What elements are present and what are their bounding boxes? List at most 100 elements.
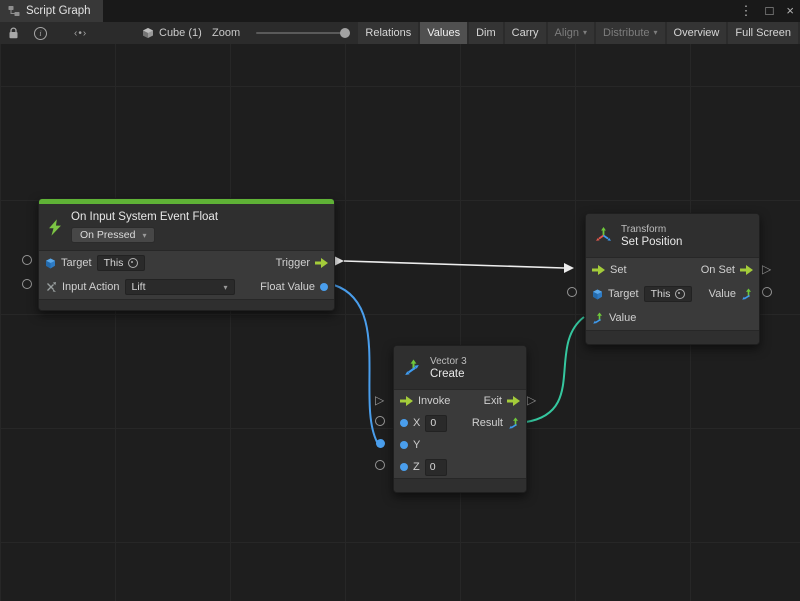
x-value-field[interactable]: 0: [425, 415, 447, 432]
button-values[interactable]: Values: [420, 22, 467, 44]
window-menu-icon[interactable]: ⋮: [740, 0, 753, 22]
input-action-dropdown[interactable]: Lift ▾: [125, 279, 235, 295]
gameobject-icon: [45, 258, 56, 269]
button-dim[interactable]: Dim: [469, 22, 503, 44]
dropdown-arrow-icon: ▾: [583, 22, 587, 44]
y-port[interactable]: [400, 441, 408, 449]
object-picker-icon: [128, 258, 138, 268]
script-graph-window: Script Graph ⋮ □ × i ‹•›: [0, 0, 800, 601]
value-output-port[interactable]: [762, 287, 772, 297]
y-input-port-connected[interactable]: [376, 439, 385, 448]
button-carry[interactable]: Carry: [505, 22, 546, 44]
trigger-output-port[interactable]: [334, 256, 344, 266]
event-node-footer: [39, 299, 334, 310]
vector3-port-icon[interactable]: [741, 288, 753, 300]
window-maximize-icon[interactable]: □: [766, 0, 774, 22]
transform-set-row: Set On Set: [586, 258, 759, 282]
vector3-port-icon[interactable]: [508, 417, 520, 429]
float-value-label: Float Value: [260, 281, 315, 293]
wire-trigger-to-set: [344, 261, 564, 268]
window-close-icon[interactable]: ×: [786, 0, 794, 22]
vector3-x-row: X 0 Result: [394, 412, 526, 434]
float-value-port[interactable]: [320, 283, 328, 291]
x-port[interactable]: [400, 419, 408, 427]
lightning-icon: [48, 219, 62, 236]
transform-target-label: Target: [608, 288, 639, 300]
graph-canvas[interactable]: ▷ ▷ ▷ On Input System Event Float On Pre…: [0, 44, 800, 601]
exit-output-port[interactable]: ▷: [527, 394, 536, 406]
z-port[interactable]: [400, 463, 408, 471]
vector3-invoke-row: Invoke Exit: [394, 390, 526, 412]
transform-node-title: Set Position: [621, 236, 682, 248]
tab-script-graph[interactable]: Script Graph: [0, 0, 103, 22]
flow-arrow-icon[interactable]: [592, 265, 605, 275]
transform-target-field[interactable]: This: [644, 286, 693, 302]
set-label: Set: [610, 264, 627, 276]
info-icon[interactable]: i: [34, 25, 47, 41]
input-action-label: Input Action: [62, 281, 120, 293]
z-input-port[interactable]: [375, 460, 385, 470]
lock-icon[interactable]: [8, 25, 19, 41]
event-target-field[interactable]: This: [97, 255, 146, 271]
button-full-screen[interactable]: Full Screen: [728, 22, 798, 44]
tab-title: Script Graph: [26, 5, 91, 17]
event-target-port[interactable]: [22, 255, 32, 265]
onset-output-port[interactable]: ▷: [762, 263, 771, 275]
button-relations[interactable]: Relations: [358, 22, 418, 44]
transform-target-row: Target This Value: [586, 282, 759, 306]
node-vector3-create[interactable]: Vector 3 Create Invoke Exit: [393, 345, 527, 493]
vector3-icon: [403, 359, 421, 377]
graph-target[interactable]: Cube (1): [142, 22, 202, 44]
button-overview[interactable]: Overview: [667, 22, 727, 44]
event-node-header: On Input System Event Float On Pressed ▾: [39, 204, 334, 251]
object-picker-icon: [675, 289, 685, 299]
x-input-port[interactable]: [375, 416, 385, 426]
exit-label: Exit: [484, 395, 502, 407]
window-controls: ⋮ □ ×: [740, 0, 794, 22]
vector3-node-type: Vector 3: [430, 356, 467, 367]
gameobject-icon: [592, 289, 603, 300]
zoom-slider-handle[interactable]: [340, 28, 350, 38]
event-action-row: Input Action Lift ▾ Float Value: [39, 275, 334, 299]
node-on-input-system-event-float[interactable]: On Input System Event Float On Pressed ▾: [38, 198, 335, 311]
transform-target-port[interactable]: [567, 287, 577, 297]
vector3-y-row: Y: [394, 434, 526, 456]
transform-value-row: Value: [586, 306, 759, 330]
button-align[interactable]: Align ▾: [548, 22, 594, 44]
value-input-label: Value: [609, 312, 636, 324]
toolbar-buttons: Relations Values Dim Carry Align ▾ Distr…: [358, 22, 798, 44]
y-label: Y: [413, 439, 420, 451]
event-node-title: On Input System Event Float: [71, 211, 218, 223]
zoom-slider[interactable]: [256, 32, 350, 34]
vector3-node-footer: [394, 478, 526, 492]
z-label: Z: [413, 461, 420, 473]
dropdown-arrow-icon: ▾: [223, 283, 227, 292]
wire-floatvalue-to-y: [334, 285, 377, 442]
transform-node-type: Transform: [621, 224, 666, 235]
set-input-port[interactable]: [564, 263, 574, 273]
button-distribute[interactable]: Distribute ▾: [596, 22, 664, 44]
flow-arrow-icon[interactable]: [400, 396, 413, 406]
transform-node-header: Transform Set Position: [586, 214, 759, 258]
title-bar: Script Graph ⋮ □ ×: [0, 0, 800, 23]
event-mode-dropdown[interactable]: On Pressed ▾: [71, 227, 155, 243]
vector3-z-row: Z 0: [394, 456, 526, 478]
flow-arrow-icon[interactable]: [315, 258, 328, 268]
zoom-label: Zoom: [212, 22, 240, 44]
inspector-toggle-icon[interactable]: ‹•›: [74, 25, 87, 41]
flow-arrow-icon[interactable]: [740, 265, 753, 275]
event-action-port[interactable]: [22, 279, 32, 289]
event-target-row: Target This Trigger: [39, 251, 334, 275]
x-label: X: [413, 417, 420, 429]
transform-icon: [595, 227, 612, 244]
vector3-port-icon[interactable]: [592, 312, 604, 324]
transform-node-footer: [586, 330, 759, 344]
z-value-field[interactable]: 0: [425, 459, 447, 476]
dropdown-arrow-icon: ▾: [654, 22, 658, 44]
node-transform-set-position[interactable]: Transform Set Position Set On Set: [585, 213, 760, 345]
invoke-input-port[interactable]: ▷: [375, 394, 384, 406]
dropdown-arrow-icon: ▾: [142, 231, 146, 240]
flow-arrow-icon[interactable]: [507, 396, 520, 406]
vector3-node-header: Vector 3 Create: [394, 346, 526, 390]
value-output-label: Value: [709, 288, 736, 300]
